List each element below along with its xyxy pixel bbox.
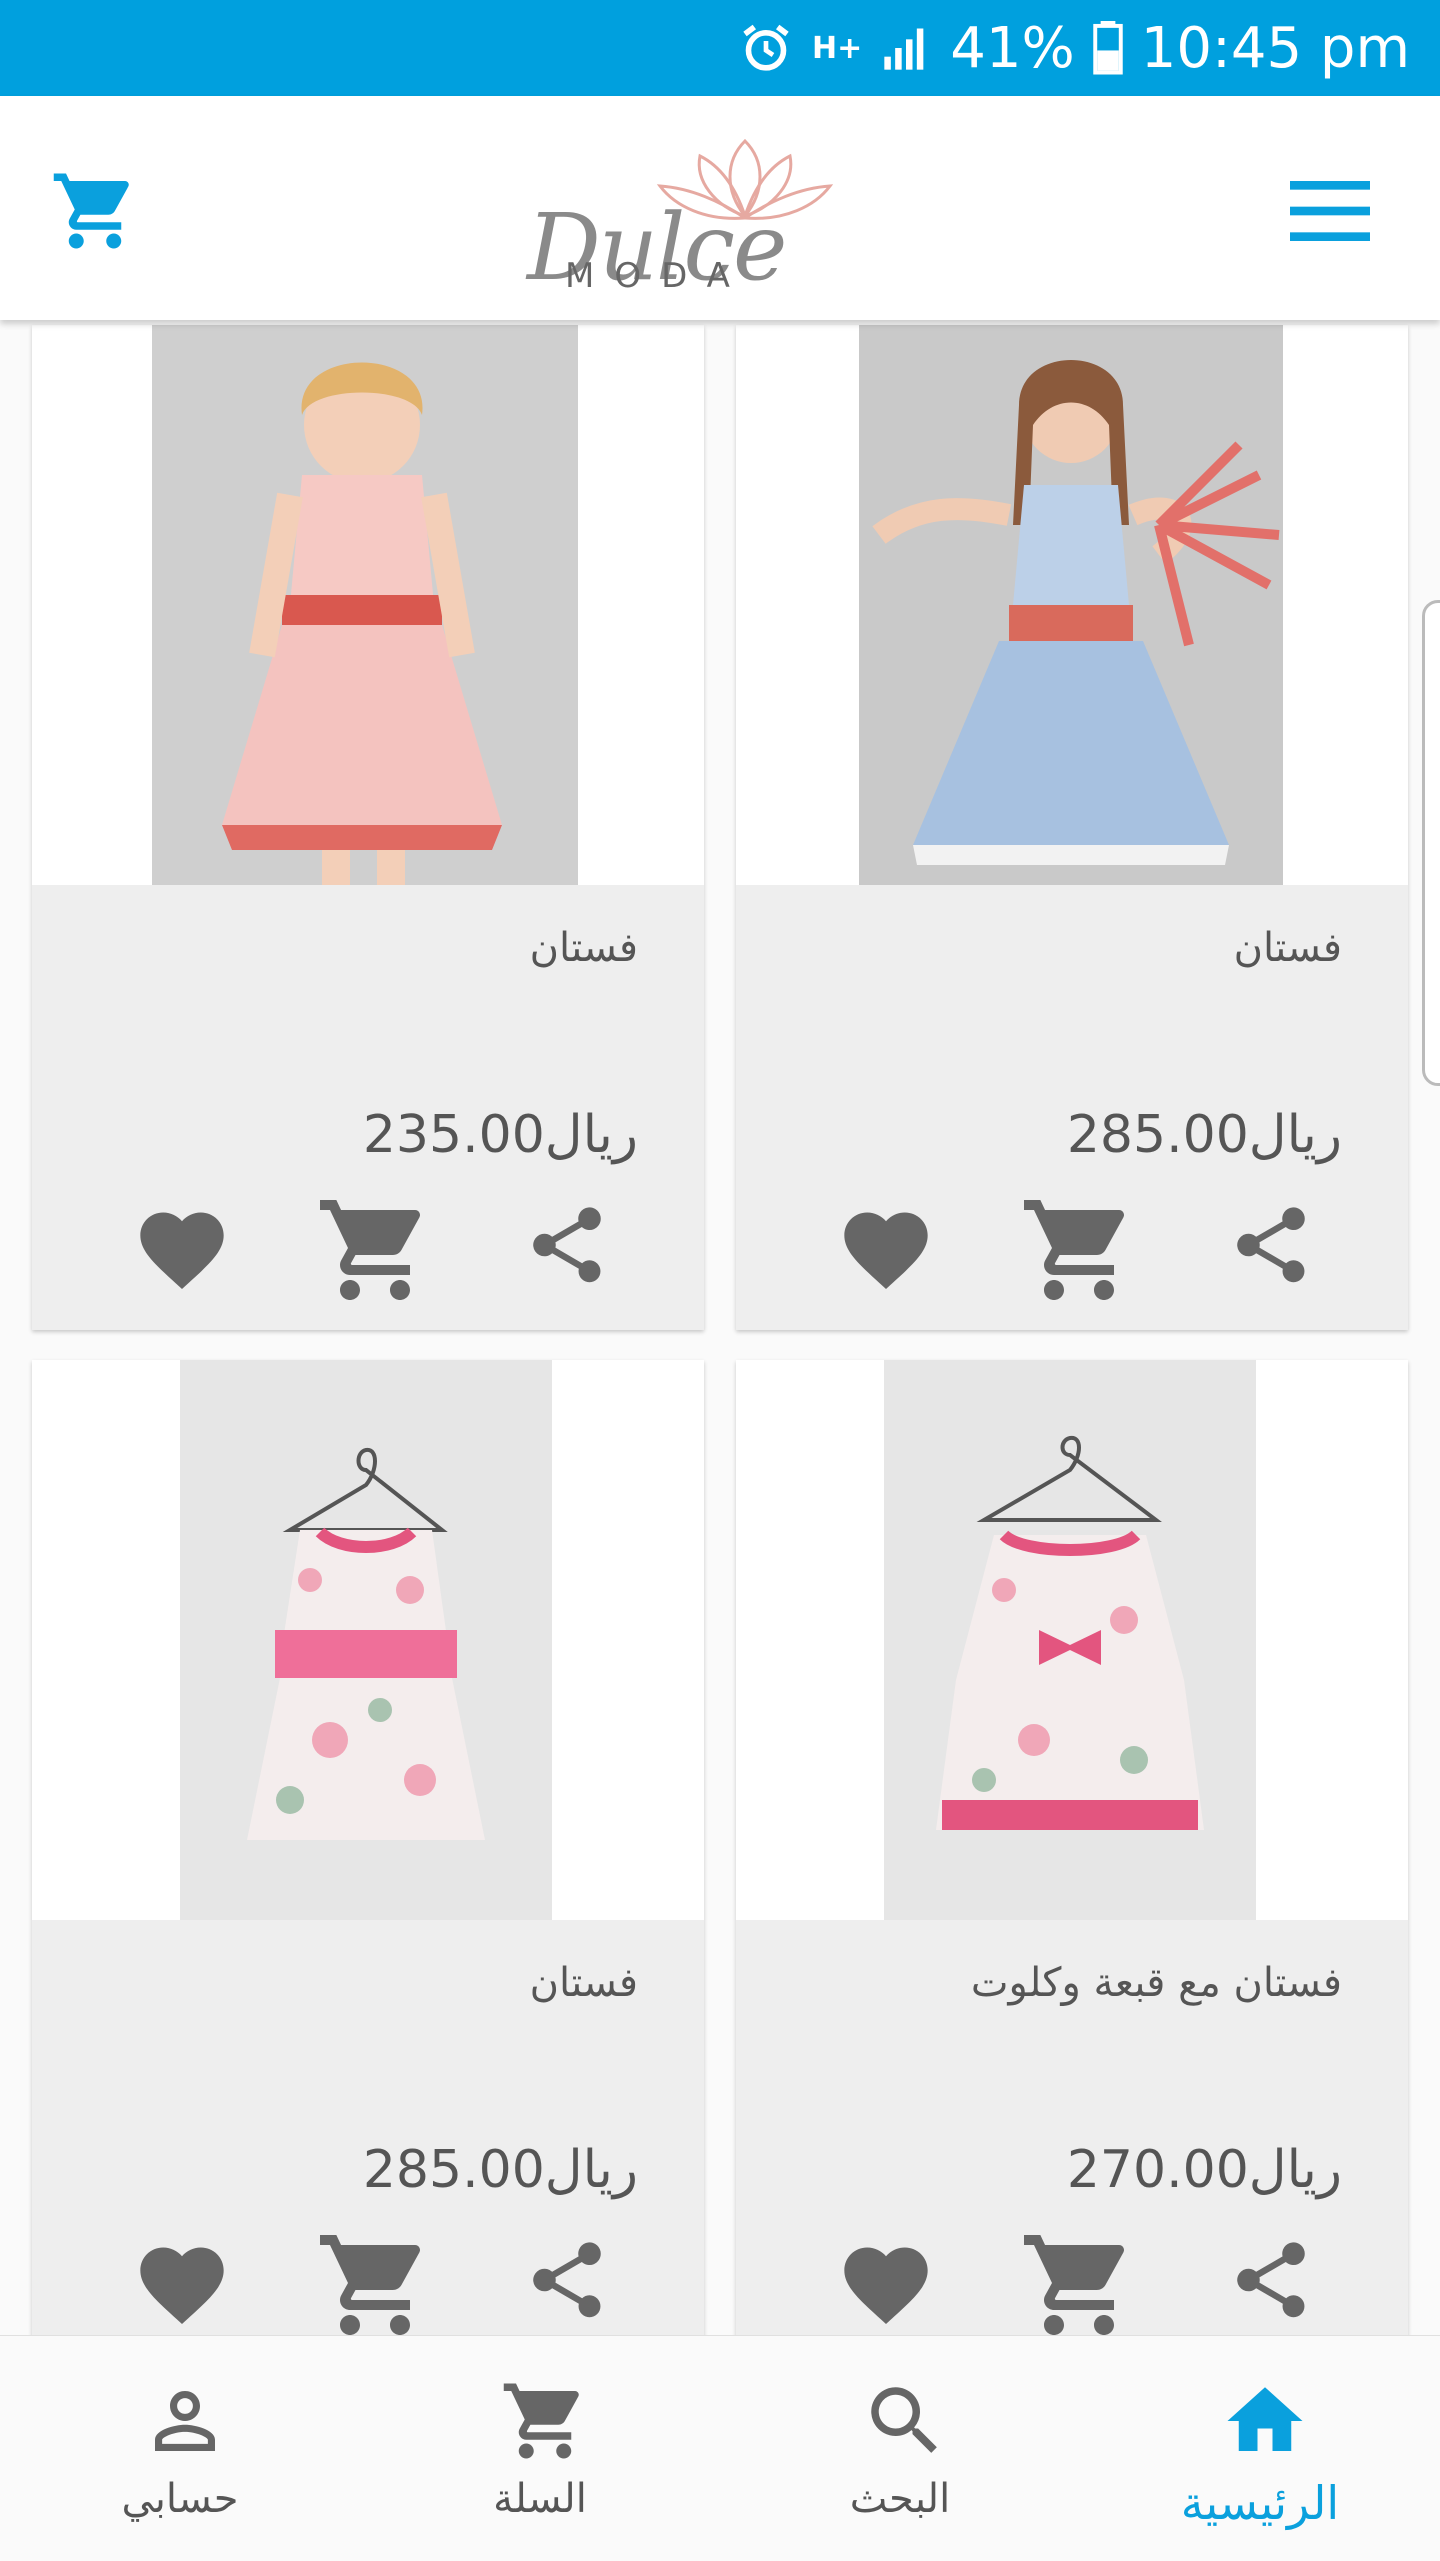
status-bar: H+ 41% 10:45 pm bbox=[0, 0, 1440, 96]
cart-icon bbox=[503, 2383, 579, 2459]
product-title: فستان bbox=[529, 925, 638, 971]
product-image[interactable] bbox=[736, 325, 1408, 885]
product-card[interactable]: فستان ريال235.00 bbox=[32, 325, 704, 1330]
app-header: Dulce MODA bbox=[0, 96, 1440, 320]
toddler-pink-dress-photo bbox=[152, 325, 578, 885]
dulce-moda-logo: Dulce MODA bbox=[515, 136, 885, 301]
network-type: H+ bbox=[812, 30, 863, 66]
nav-account[interactable]: حسابي bbox=[0, 2336, 360, 2561]
product-card[interactable]: فستان ريال285.00 bbox=[32, 1360, 704, 2335]
share-icon[interactable] bbox=[1226, 1200, 1316, 1290]
baby-floral-dress-photo bbox=[180, 1360, 552, 1920]
battery-icon bbox=[1092, 21, 1123, 75]
nav-account-label: حسابي bbox=[121, 2476, 239, 2522]
nav-search-label: البحث bbox=[849, 2476, 951, 2522]
bottom-navigation: الرئيسية البحث السلة حسابي bbox=[0, 2335, 1440, 2561]
account-icon bbox=[155, 2391, 215, 2451]
search-icon bbox=[871, 2387, 937, 2453]
product-price: ريال270.00 bbox=[1066, 2140, 1342, 2200]
clock: 10:45 pm bbox=[1140, 15, 1410, 81]
nav-home[interactable]: الرئيسية bbox=[1080, 2336, 1440, 2561]
product-grid: فستان ريال285.00 فستان ريال235.00 فستان … bbox=[0, 320, 1440, 2335]
nav-home-label: الرئيسية bbox=[1180, 2476, 1340, 2530]
product-image[interactable] bbox=[32, 1360, 704, 1920]
favorite-heart-icon[interactable] bbox=[836, 1200, 936, 1300]
signal-icon bbox=[884, 28, 924, 70]
share-icon[interactable] bbox=[522, 1200, 612, 1290]
favorite-heart-icon[interactable] bbox=[132, 2235, 232, 2335]
product-price: ريال235.00 bbox=[362, 1105, 638, 1165]
nav-search[interactable]: البحث bbox=[720, 2336, 1080, 2561]
girl-blue-dress-photo bbox=[859, 325, 1283, 885]
scroll-indicator[interactable] bbox=[1422, 600, 1440, 1086]
product-image[interactable] bbox=[736, 1360, 1408, 1920]
add-to-cart-icon[interactable] bbox=[315, 2225, 435, 2335]
favorite-heart-icon[interactable] bbox=[836, 2235, 936, 2335]
logo-subtitle: MODA bbox=[565, 256, 750, 296]
product-title: فستان مع قبعة وكلوت bbox=[970, 1960, 1342, 2006]
baby-dress-with-hat-photo bbox=[884, 1360, 1256, 1920]
product-price: ريال285.00 bbox=[1066, 1105, 1342, 1165]
nav-cart-label: السلة bbox=[493, 2476, 587, 2522]
share-icon[interactable] bbox=[1226, 2235, 1316, 2325]
battery-percent: 41% bbox=[950, 15, 1075, 81]
product-card[interactable]: فستان مع قبعة وكلوت ريال270.00 bbox=[736, 1360, 1408, 2335]
product-title: فستان bbox=[529, 1960, 638, 2006]
hamburger-menu-icon[interactable] bbox=[1290, 176, 1370, 246]
favorite-heart-icon[interactable] bbox=[132, 1200, 232, 1300]
nav-cart[interactable]: السلة bbox=[360, 2336, 720, 2561]
alarm-clock-icon bbox=[743, 24, 789, 71]
product-price: ريال285.00 bbox=[362, 2140, 638, 2200]
share-icon[interactable] bbox=[522, 2235, 612, 2325]
product-image[interactable] bbox=[32, 325, 704, 885]
add-to-cart-icon[interactable] bbox=[1019, 1190, 1139, 1310]
add-to-cart-icon[interactable] bbox=[1019, 2225, 1139, 2335]
home-icon bbox=[1227, 2387, 1303, 2451]
add-to-cart-icon[interactable] bbox=[315, 1190, 435, 1310]
cart-icon[interactable] bbox=[50, 166, 140, 256]
product-title: فستان bbox=[1233, 925, 1342, 971]
product-card[interactable]: فستان ريال285.00 bbox=[736, 325, 1408, 1330]
